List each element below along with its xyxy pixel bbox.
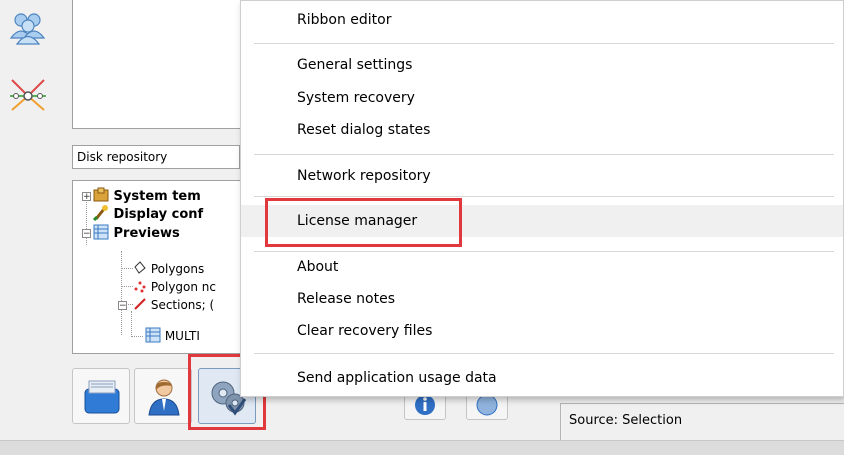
repository-button[interactable] <box>72 368 130 424</box>
menu-separator <box>254 353 834 354</box>
menu-item-general-settings[interactable]: General settings <box>241 49 843 81</box>
application-window: Disk repository + System tem Display con… <box>0 0 844 455</box>
table-icon <box>93 224 109 240</box>
line-icon <box>134 298 146 310</box>
menu-item-ribbon-editor[interactable]: Ribbon editor <box>241 4 843 36</box>
table-icon <box>145 327 161 343</box>
menu-item-reset-dialog-states[interactable]: Reset dialog states <box>241 114 843 146</box>
menu-separator <box>254 43 834 44</box>
menu-separator <box>254 196 834 197</box>
tree-item-system-templates[interactable]: System tem <box>93 187 201 205</box>
menu-item-license-manager[interactable]: License manager <box>241 205 843 237</box>
menu-item-system-recovery[interactable]: System recovery <box>241 82 843 114</box>
user-button[interactable] <box>134 368 192 424</box>
tree-item-display-config[interactable]: Display conf <box>92 205 203 223</box>
menu-item-network-repository[interactable]: Network repository <box>241 160 843 192</box>
tree-item-polygon-nodes[interactable]: Polygon nc <box>133 278 216 296</box>
user-icon <box>148 379 180 416</box>
menu-item-release-notes[interactable]: Release notes <box>241 283 843 315</box>
tree-item-sections[interactable]: Sections; ( <box>133 296 214 314</box>
tree-expander-system[interactable]: + <box>82 192 91 202</box>
tree-item-polygons[interactable]: Polygons <box>133 260 204 278</box>
repository-tree[interactable]: + System tem Display conf − Previews Pol… <box>72 180 242 354</box>
tree-item-multi[interactable]: MULTI <box>145 327 200 345</box>
status-bar <box>0 440 844 455</box>
paint-brush-icon <box>92 205 108 222</box>
menu-item-send-usage-data[interactable]: Send application usage data <box>241 362 843 394</box>
repository-select-value: Disk repository <box>77 150 168 164</box>
folder-box-icon <box>93 187 109 202</box>
tree-expander-previews[interactable]: − <box>82 229 91 239</box>
left-icon-strip <box>0 0 70 440</box>
points-icon <box>134 281 146 293</box>
users-icon[interactable] <box>8 8 48 48</box>
menu-separator <box>254 154 834 155</box>
polygon-icon <box>134 261 146 274</box>
source-label: Source: Selection <box>560 403 844 440</box>
preview-panel <box>72 0 244 129</box>
toolbox-icon <box>84 380 120 414</box>
repository-select[interactable]: Disk repository <box>72 145 240 169</box>
tree-item-previews[interactable]: Previews <box>93 224 180 242</box>
menu-item-about[interactable]: About <box>241 251 843 283</box>
menu-item-clear-recovery-files[interactable]: Clear recovery files <box>241 315 843 347</box>
settings-dropdown-menu: Ribbon editor General settings System re… <box>240 0 844 397</box>
network-icon[interactable] <box>8 74 48 114</box>
tree-expander-sections[interactable]: − <box>118 301 127 311</box>
